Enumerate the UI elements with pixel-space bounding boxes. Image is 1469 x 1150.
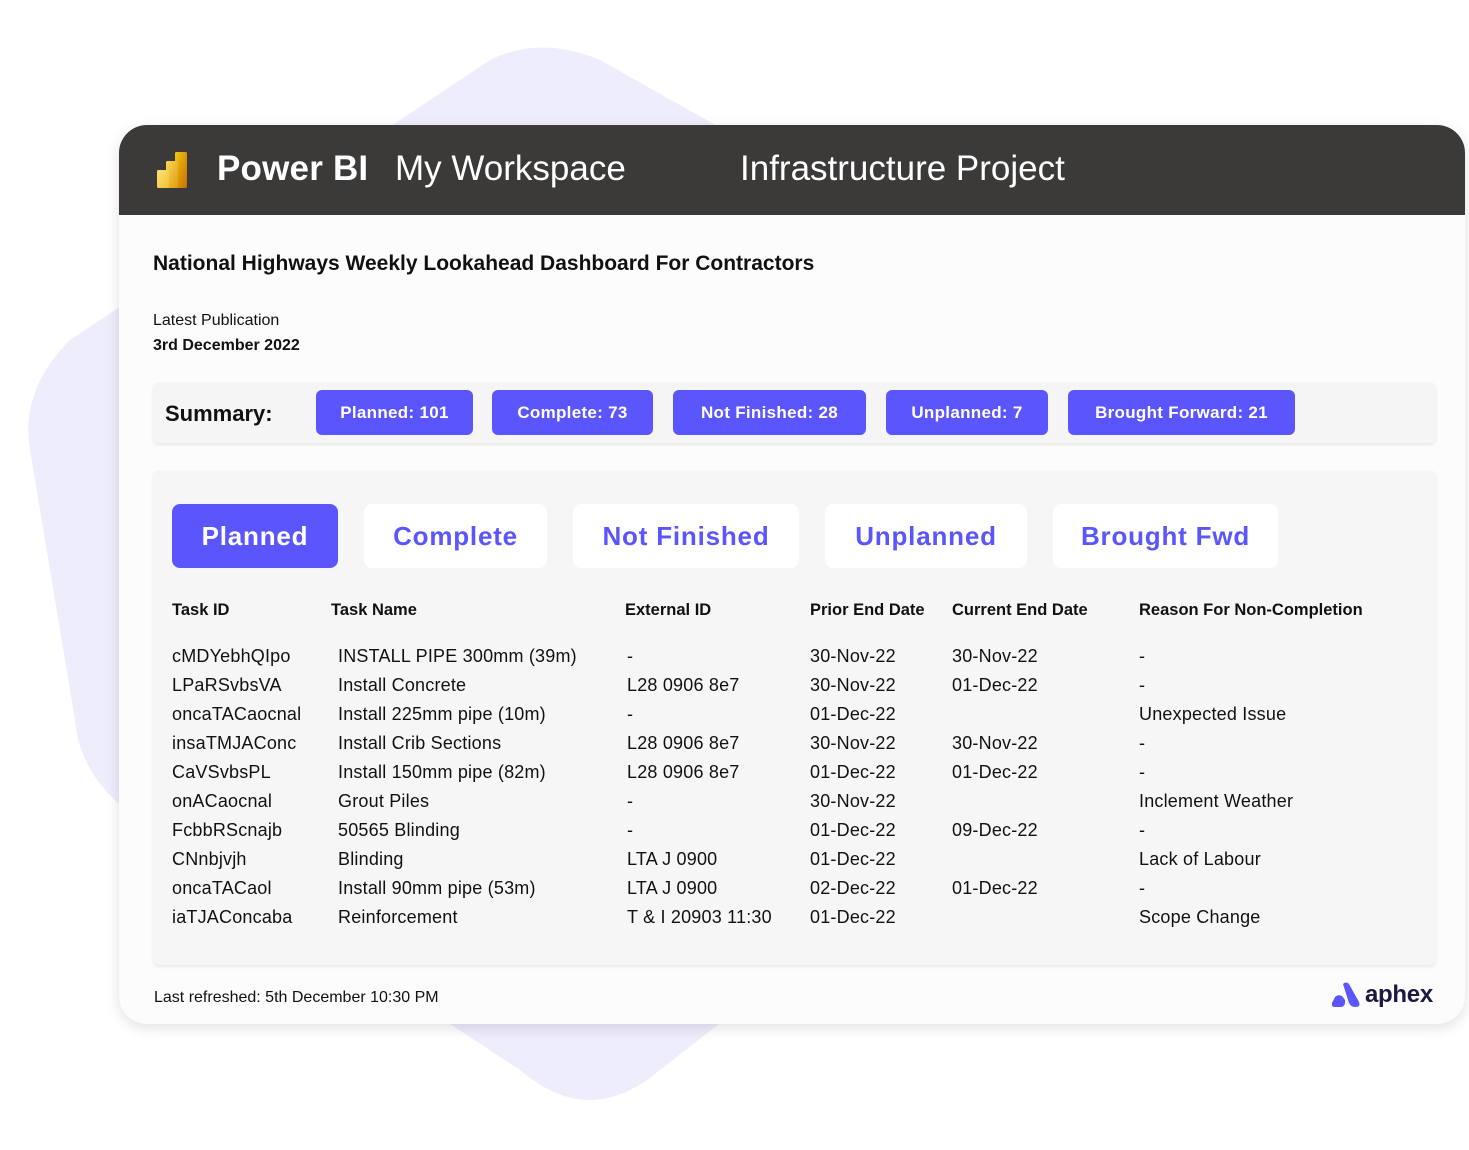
cell-prior-end-date: 01-Dec-22 (810, 704, 896, 724)
cell-current-end-date: 30-Nov-22 (952, 646, 1038, 666)
column-header-current-end-date[interactable]: Current End Date (952, 601, 1088, 620)
table-row[interactable]: onACaocnal Grout Piles - 30-Nov-22 Inclement… (153, 791, 1436, 820)
cell-task-name: Install 225mm pipe (10m) (338, 704, 546, 724)
power-bi-logo-icon (157, 152, 187, 188)
cell-task-id: LPaRSvbsVA (172, 675, 282, 695)
summary-chip-unplanned: Unplanned: 7 (886, 390, 1048, 435)
cell-prior-end-date: 30-Nov-22 (810, 791, 896, 811)
cell-external-id: - (627, 704, 634, 724)
cell-reason: - (1139, 733, 1146, 753)
cell-prior-end-date: 01-Dec-22 (810, 820, 896, 840)
cell-current-end-date: 09-Dec-22 (952, 820, 1038, 840)
cell-external-id: LTA J 0900 (627, 849, 718, 869)
cell-task-id: FcbbRScnajb (172, 820, 283, 840)
cell-task-id: insaTMJAConc (172, 733, 297, 753)
cell-prior-end-date: 01-Dec-22 (810, 762, 896, 782)
cell-task-id: onACaocnal (172, 791, 273, 811)
summary-bar: Summary: Planned: 101 Complete: 73 Not F… (153, 382, 1436, 443)
cell-reason: Inclement Weather (1139, 791, 1294, 811)
table-row[interactable]: CNnbjvjh Blinding LTA J 0900 01-Dec-22 Lack … (153, 849, 1436, 878)
cell-prior-end-date: 01-Dec-22 (810, 849, 896, 869)
cell-prior-end-date: 02-Dec-22 (810, 878, 896, 898)
publication-label: Latest Publication (153, 312, 280, 329)
table-row[interactable]: iaTJAConcaba Reinforcement T & I 20903 11:… (153, 907, 1436, 936)
cell-current-end-date: 01-Dec-22 (952, 878, 1038, 898)
cell-reason: - (1139, 762, 1146, 782)
table-row[interactable]: CaVSvbsPL Install 150mm pipe (82m) L28 090… (153, 762, 1436, 791)
tab-complete[interactable]: Complete (364, 504, 547, 568)
app-name[interactable]: Power BI (217, 149, 368, 189)
cell-external-id: - (627, 791, 634, 811)
page-title: National Highways Weekly Lookahead Dashb… (153, 252, 815, 275)
summary-label: Summary: (165, 401, 273, 426)
workspace-name[interactable]: My Workspace (395, 149, 626, 189)
table-row[interactable]: oncaTACaocnal Install 225mm pipe (10m) - 01… (153, 704, 1436, 733)
cell-reason: - (1139, 675, 1146, 695)
cell-reason: - (1139, 878, 1146, 898)
column-header-task-name[interactable]: Task Name (331, 601, 417, 620)
cell-task-name: Install 90mm pipe (53m) (338, 878, 536, 898)
aphex-logo-icon (1331, 982, 1360, 1007)
column-header-external-id[interactable]: External ID (625, 601, 711, 620)
cell-task-name: Install 150mm pipe (82m) (338, 762, 546, 782)
cell-task-name: 50565 Blinding (338, 820, 460, 840)
cell-task-id: CNnbjvjh (172, 849, 247, 869)
summary-chip-complete: Complete: 73 (492, 390, 653, 435)
table-row[interactable]: cMDYebhQIpo INSTALL PIPE 300mm (39m) - 30-N… (153, 646, 1436, 675)
cell-external-id: - (627, 646, 634, 666)
table-row[interactable]: LPaRSvbsVA Install Concrete L28 0906 8e7 30… (153, 675, 1436, 704)
aphex-brand: aphex (1331, 980, 1433, 1010)
table-row[interactable]: insaTMJAConc Install Crib Sections L28 090… (153, 733, 1436, 762)
cell-reason: Lack of Labour (1139, 849, 1261, 869)
cell-reason: - (1139, 646, 1146, 666)
cell-task-name: Install Crib Sections (338, 733, 502, 753)
cell-current-end-date: 30-Nov-22 (952, 733, 1038, 753)
cell-prior-end-date: 30-Nov-22 (810, 733, 896, 753)
aphex-wordmark: aphex (1365, 981, 1433, 1008)
cell-task-name: Grout Piles (338, 791, 430, 811)
cell-prior-end-date: 30-Nov-22 (810, 646, 896, 666)
cell-current-end-date: 01-Dec-22 (952, 762, 1038, 782)
cell-external-id: LTA J 0900 (627, 878, 718, 898)
cell-current-end-date: 01-Dec-22 (952, 675, 1038, 695)
titlebar: Power BI My Workspace Infrastructure Pro… (119, 125, 1465, 215)
summary-chip-not-finished: Not Finished: 28 (673, 390, 866, 435)
publication-date: 3rd December 2022 (153, 337, 300, 354)
tab-unplanned[interactable]: Unplanned (825, 504, 1027, 568)
cell-external-id: L28 0906 8e7 (627, 733, 740, 753)
cell-reason: Unexpected Issue (1139, 704, 1287, 724)
cell-task-name: Blinding (338, 849, 404, 869)
cell-external-id: L28 0906 8e7 (627, 675, 740, 695)
cell-task-name: INSTALL PIPE 300mm (39m) (338, 646, 577, 666)
cell-external-id: - (627, 820, 634, 840)
column-header-reason[interactable]: Reason For Non-Completion (1139, 601, 1363, 620)
cell-prior-end-date: 30-Nov-22 (810, 675, 896, 695)
last-refreshed: Last refreshed: 5th December 10:30 PM (154, 989, 439, 1006)
cell-task-id: oncaTACaol (172, 878, 272, 898)
tab-planned[interactable]: Planned (172, 504, 338, 568)
tab-brought-fwd[interactable]: Brought Fwd (1053, 504, 1278, 568)
summary-chip-planned: Planned: 101 (316, 390, 473, 435)
cell-task-name: Reinforcement (338, 907, 458, 927)
cell-external-id: T & I 20903 11:30 (627, 907, 772, 927)
cell-task-name: Install Concrete (338, 675, 467, 695)
table-row[interactable]: FcbbRScnajb 50565 Blinding - 01-Dec-22 09-De… (153, 820, 1436, 849)
cell-task-id: CaVSvbsPL (172, 762, 271, 782)
cell-reason: - (1139, 820, 1146, 840)
report-name: Infrastructure Project (740, 149, 1065, 188)
cell-reason: Scope Change (1139, 907, 1261, 927)
cell-task-id: iaTJAConcaba (172, 907, 293, 927)
cell-task-id: cMDYebhQIpo (172, 646, 291, 666)
cell-task-id: oncaTACaocnal (172, 704, 302, 724)
cell-external-id: L28 0906 8e7 (627, 762, 740, 782)
report-window: Power BI My Workspace Infrastructure Pro… (119, 125, 1465, 1024)
column-header-task-id[interactable]: Task ID (172, 601, 229, 620)
tab-not-finished[interactable]: Not Finished (573, 504, 799, 568)
cell-prior-end-date: 01-Dec-22 (810, 907, 896, 927)
tasks-panel: Planned Complete Not Finished Unplanned … (153, 470, 1436, 965)
summary-chip-brought-forward: Brought Forward: 21 (1068, 390, 1295, 435)
table-row[interactable]: oncaTACaol Install 90mm pipe (53m) LTA J 0… (153, 878, 1436, 907)
column-header-prior-end-date[interactable]: Prior End Date (810, 601, 925, 620)
